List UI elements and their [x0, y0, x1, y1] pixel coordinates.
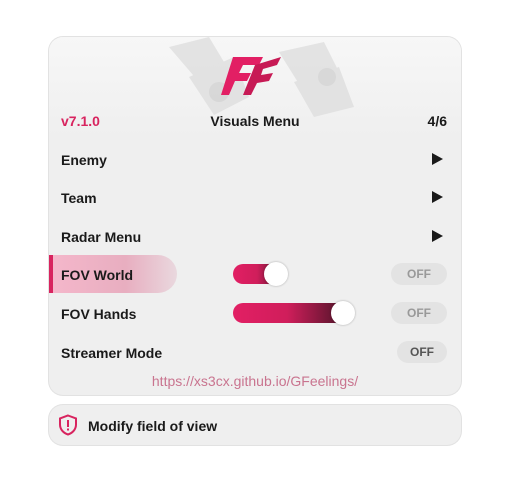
menu-item-label: Streamer Mode	[61, 345, 163, 361]
menu-item-label: Enemy	[61, 152, 107, 168]
fov-hands-slider[interactable]	[233, 301, 355, 325]
menu-item-fov-world[interactable]: FOV World OFF	[49, 255, 461, 293]
menu-item-label: Radar Menu	[61, 229, 142, 245]
menu-header: Visuals Menu v7.1.0 4/6	[49, 107, 461, 135]
version-label: v7.1.0	[61, 113, 100, 129]
menu-item-label: FOV World	[61, 267, 134, 283]
slider-knob[interactable]	[264, 262, 288, 286]
fov-world-slider[interactable]	[233, 262, 288, 286]
tooltip-panel: Modify field of view	[49, 405, 461, 445]
fov-world-state: OFF	[391, 263, 447, 285]
menu-item-streamer-mode[interactable]: Streamer Mode OFF	[49, 333, 461, 371]
website-url[interactable]: https://xs3cx.github.io/GFeelings/	[49, 373, 461, 389]
tooltip-text: Modify field of view	[88, 418, 218, 434]
fov-hands-state: OFF	[391, 302, 447, 324]
page-indicator: 4/6	[427, 113, 447, 129]
menu-item-label: FOV Hands	[61, 306, 137, 322]
gfeelings-logo-icon	[221, 57, 281, 95]
selection-bar	[49, 255, 53, 293]
streamer-mode-toggle[interactable]: OFF	[397, 341, 447, 363]
menu-item-radar-menu[interactable]: Radar Menu	[49, 217, 461, 255]
submenu-arrow-icon	[432, 230, 443, 242]
menu-item-label: Team	[61, 190, 97, 206]
menu-item-team[interactable]: Team	[49, 178, 461, 216]
menu-item-enemy[interactable]: Enemy	[49, 140, 461, 178]
submenu-arrow-icon	[432, 191, 443, 203]
slider-knob[interactable]	[331, 301, 355, 325]
shield-alert-icon	[59, 414, 77, 436]
submenu-arrow-icon	[432, 153, 443, 165]
menu-item-fov-hands[interactable]: FOV Hands OFF	[49, 294, 461, 332]
menu-title: Visuals Menu	[210, 113, 300, 129]
menu-panel: Visuals Menu v7.1.0 4/6 Enemy Team Radar…	[49, 37, 461, 395]
